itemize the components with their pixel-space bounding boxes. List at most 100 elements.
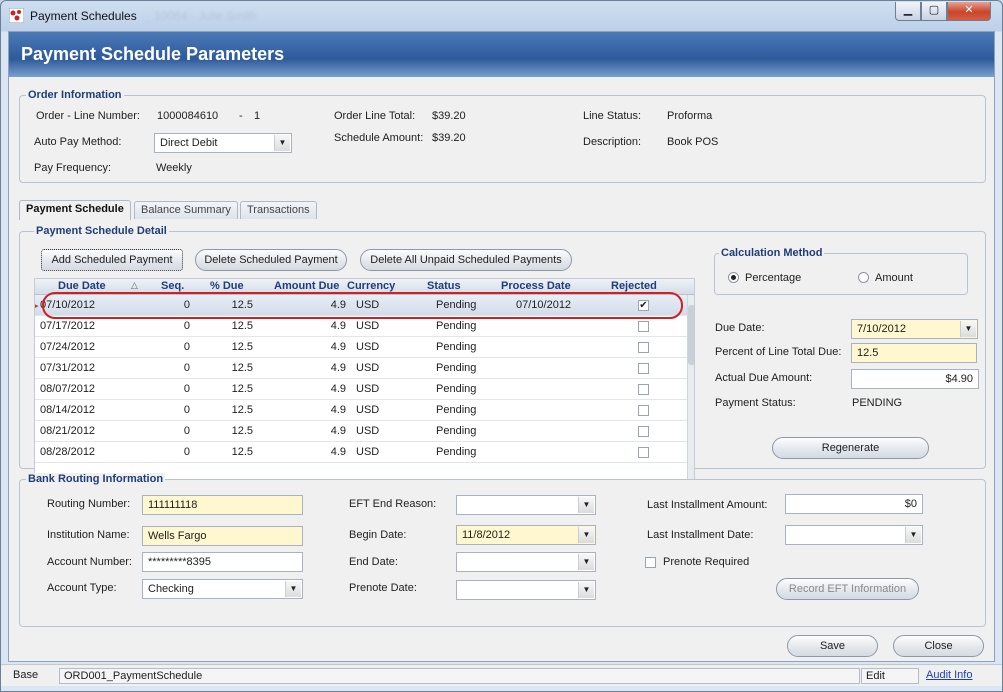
rejected-checkbox[interactable]: [638, 447, 649, 458]
close-window-button[interactable]: ✕: [947, 2, 991, 21]
minimize-icon: ▁: [903, 4, 913, 16]
due-date-field[interactable]: 7/10/2012 ▼: [851, 319, 978, 339]
tab-balance-summary[interactable]: Balance Summary: [134, 201, 238, 219]
percent-due-field[interactable]: 12.5: [851, 343, 977, 363]
chevron-down-icon[interactable]: ▼: [274, 135, 290, 151]
order-dash: -: [239, 110, 243, 122]
cell-status: Pending: [436, 404, 477, 416]
table-row[interactable]: 07/31/2012 0 12.5 4.9 USD Pending: [35, 358, 687, 379]
app-icon: [9, 8, 24, 23]
tab-transactions[interactable]: Transactions: [240, 201, 317, 219]
delete-all-unpaid-button[interactable]: Delete All Unpaid Scheduled Payments: [360, 249, 572, 271]
begin-date-field[interactable]: 11/8/2012 ▼: [456, 525, 596, 545]
save-button[interactable]: Save: [787, 635, 878, 657]
maximize-button[interactable]: ▢: [921, 2, 947, 21]
last-installment-amount-field[interactable]: $0: [785, 494, 923, 514]
account-number-label: Account Number:: [47, 556, 132, 568]
amount-label: Amount: [875, 272, 913, 284]
description-value: Book POS: [667, 136, 719, 148]
end-date-label: End Date:: [349, 556, 398, 568]
title-bar[interactable]: Payment Schedules _ 10064 - Julie Smith …: [1, 1, 1002, 31]
auto-pay-label: Auto Pay Method:: [34, 136, 122, 148]
chevron-down-icon[interactable]: ▼: [905, 527, 921, 543]
close-icon: ✕: [964, 4, 974, 16]
regenerate-button[interactable]: Regenerate: [772, 437, 929, 459]
minimize-button[interactable]: ▁: [895, 2, 921, 21]
col-currency[interactable]: Currency: [347, 280, 395, 292]
grid-scrollbar[interactable]: [687, 295, 694, 489]
bank-routing-title: Bank Routing Information: [26, 473, 166, 485]
cell-pct: 12.5: [231, 446, 253, 458]
col-due-date[interactable]: Due Date: [58, 280, 106, 292]
cell-due: 08/14/2012: [40, 404, 96, 416]
rejected-checkbox[interactable]: [638, 426, 649, 437]
begin-date-value: 11/8/2012: [462, 529, 511, 541]
actual-due-field[interactable]: $4.90: [851, 369, 979, 389]
tab-payment-schedule[interactable]: Payment Schedule: [19, 200, 131, 220]
rejected-checkbox[interactable]: [638, 363, 649, 374]
chevron-down-icon[interactable]: ▼: [960, 321, 976, 337]
pay-frequency-label: Pay Frequency:: [34, 162, 112, 174]
prenote-required-checkbox[interactable]: [645, 557, 656, 568]
table-row[interactable]: 08/14/2012 0 12.5 4.9 USD Pending: [35, 400, 687, 421]
cell-seq: 0: [183, 383, 190, 395]
rejected-checkbox[interactable]: [638, 321, 649, 332]
prenote-date-field[interactable]: ▼: [456, 580, 596, 600]
col-rejected[interactable]: Rejected: [611, 280, 657, 292]
chevron-down-icon[interactable]: ▼: [578, 497, 594, 513]
chevron-down-icon[interactable]: ▼: [578, 554, 594, 570]
sort-asc-icon[interactable]: △: [131, 280, 138, 291]
col-amount-due[interactable]: Amount Due: [274, 280, 339, 292]
auto-pay-select[interactable]: Direct Debit ▼: [154, 133, 292, 153]
amount-radio[interactable]: [858, 272, 869, 283]
table-row[interactable]: 07/17/2012 0 12.5 4.9 USD Pending: [35, 316, 687, 337]
record-eft-button[interactable]: Record EFT Information: [776, 578, 919, 600]
audit-info-link[interactable]: Audit Info: [926, 669, 972, 681]
order-info-group: Order Information Order - Line Number: 1…: [19, 89, 986, 183]
eft-end-reason-select[interactable]: ▼: [456, 495, 596, 515]
calc-method-title: Calculation Method: [719, 247, 825, 259]
cell-seq: 0: [183, 446, 190, 458]
grid-scroll-thumb[interactable]: [688, 305, 694, 365]
add-scheduled-payment-button[interactable]: Add Scheduled Payment: [41, 249, 183, 271]
col-seq[interactable]: Seq.: [161, 280, 184, 292]
col-pct-due[interactable]: % Due: [210, 280, 244, 292]
percent-due-label: Percent of Line Total Due:: [715, 346, 842, 358]
chevron-down-icon[interactable]: ▼: [578, 527, 594, 543]
col-process-date[interactable]: Process Date: [501, 280, 571, 292]
cell-due: 07/24/2012: [40, 341, 96, 353]
institution-name-field[interactable]: Wells Fargo: [142, 526, 303, 546]
account-number-field[interactable]: *********8395: [142, 552, 303, 572]
col-status[interactable]: Status: [427, 280, 461, 292]
rejected-checkbox[interactable]: [638, 405, 649, 416]
table-row[interactable]: 07/24/2012 0 12.5 4.9 USD Pending: [35, 337, 687, 358]
close-button[interactable]: Close: [893, 635, 984, 657]
order-info-title: Order Information: [26, 89, 124, 101]
cell-pct: 12.5: [231, 362, 253, 374]
prenote-required-label: Prenote Required: [663, 556, 750, 568]
percentage-radio[interactable]: [728, 272, 739, 283]
cell-due: 07/31/2012: [40, 362, 96, 374]
cell-cur: USD: [356, 362, 380, 374]
rejected-checkbox[interactable]: [638, 342, 649, 353]
rejected-checkbox[interactable]: [638, 384, 649, 395]
schedule-amount-value: $39.20: [432, 132, 466, 144]
account-type-select[interactable]: Checking ▼: [142, 579, 303, 599]
table-row[interactable]: 08/21/2012 0 12.5 4.9 USD Pending: [35, 421, 687, 442]
cell-cur: USD: [356, 320, 380, 332]
prenote-date-label: Prenote Date:: [349, 582, 417, 594]
begin-date-label: Begin Date:: [349, 529, 407, 541]
table-row[interactable]: 08/28/2012 0 12.5 4.9 USD Pending: [35, 442, 687, 463]
end-date-field[interactable]: ▼: [456, 552, 596, 572]
chevron-down-icon[interactable]: ▼: [578, 582, 594, 598]
table-row[interactable]: 08/07/2012 0 12.5 4.9 USD Pending: [35, 379, 687, 400]
schedule-detail-title: Payment Schedule Detail: [34, 225, 169, 237]
cell-amt: 4.9: [330, 425, 346, 437]
routing-number-label: Routing Number:: [47, 498, 131, 510]
delete-scheduled-payment-button[interactable]: Delete Scheduled Payment: [195, 249, 347, 271]
last-installment-date-field[interactable]: ▼: [785, 525, 923, 545]
due-date-label: Due Date:: [715, 322, 765, 334]
routing-number-field[interactable]: 111111118: [142, 495, 303, 515]
chevron-down-icon[interactable]: ▼: [285, 581, 301, 597]
banner: Payment Schedule Parameters: [9, 32, 994, 77]
